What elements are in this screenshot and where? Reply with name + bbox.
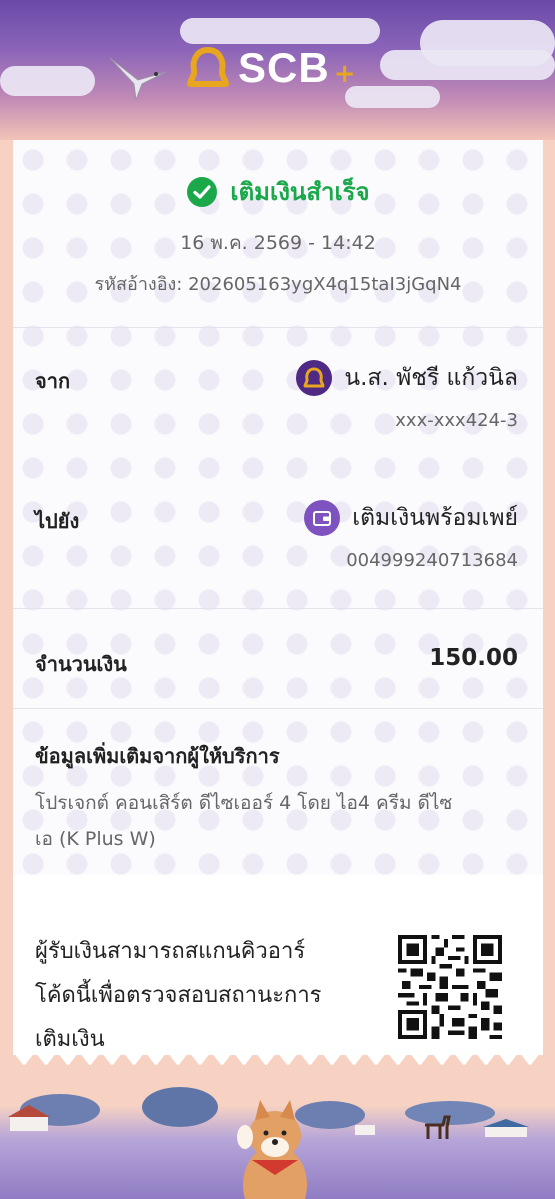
scb-bank-icon — [296, 360, 333, 396]
brand-plus: + — [333, 59, 356, 89]
qr-code-icon[interactable] — [398, 935, 502, 1039]
qr-instruction-line: โค้ดนี้เพื่อตรวจสอบสถานะการ — [35, 983, 322, 1008]
status-text: เติมเงินสำเร็จ — [230, 178, 370, 206]
divider — [13, 327, 543, 328]
receipt-card: เติมเงินสำเร็จ 16 พ.ค. 2569 - 14:42 รหัส… — [13, 140, 543, 1055]
provider-info-title: ข้อมูลเพิ่มเติมจากผู้ให้บริการ — [35, 744, 280, 768]
wallet-icon — [304, 500, 341, 536]
provider-info-line: โปรเจกต์ คอนเสิร์ต ดีไซเออร์ 4 โดย ไอ4 ค… — [35, 792, 453, 814]
qr-instruction-line: เติมเงิน — [35, 1027, 105, 1052]
from-label: จาก — [35, 369, 71, 393]
reference-code: รหัสอ้างอิง: 202605163ygX4q15taI3jGqN4 — [94, 274, 462, 295]
to-details: เติมเงินพร้อมเพย์ 004999240713684 — [304, 500, 518, 571]
from-account: xxx-xxx424-3 — [395, 410, 518, 431]
provider-info-line: เอ (K Plus W) — [35, 828, 156, 850]
bird-icon — [109, 57, 167, 101]
to-account: 004999240713684 — [346, 550, 518, 571]
cloud — [380, 50, 555, 80]
landscape-illustration — [8, 1087, 529, 1199]
amount-label: จำนวนเงิน — [35, 652, 127, 676]
qr-instruction-line: ผู้รับเงินสามารถสแกนคิวอาร์ — [35, 939, 306, 964]
provider-info-body: โปรเจกต์ คอนเสิร์ต ดีไซเออร์ 4 โดย ไอ4 ค… — [35, 785, 525, 857]
from-name: น.ส. พัชรี แก้วนิล — [344, 365, 518, 391]
amount-value: 150.00 — [429, 645, 518, 671]
transaction-datetime: 16 พ.ค. 2569 - 14:42 — [180, 232, 376, 254]
header-banner: SCB + — [0, 0, 555, 140]
divider — [13, 708, 543, 709]
brand-name: SCB — [238, 44, 330, 91]
divider — [13, 608, 543, 609]
bottom-scene — [0, 1065, 555, 1199]
cloud — [0, 66, 95, 96]
check-circle-icon — [187, 176, 218, 207]
from-details: น.ส. พัชรี แก้วนิล xxx-xxx424-3 — [296, 360, 518, 431]
qr-instruction: ผู้รับเงินสามารถสแกนคิวอาร์ โค้ดนี้เพื่อ… — [35, 930, 370, 1055]
to-name: เติมเงินพร้อมเพย์ — [352, 505, 518, 531]
cloud — [345, 86, 440, 108]
brand-logo: SCB + — [186, 44, 355, 92]
to-label: ไปยัง — [35, 509, 80, 533]
status-row: เติมเงินสำเร็จ — [13, 172, 543, 211]
scb-bell-logo-icon — [187, 47, 229, 87]
cloud — [180, 18, 380, 44]
